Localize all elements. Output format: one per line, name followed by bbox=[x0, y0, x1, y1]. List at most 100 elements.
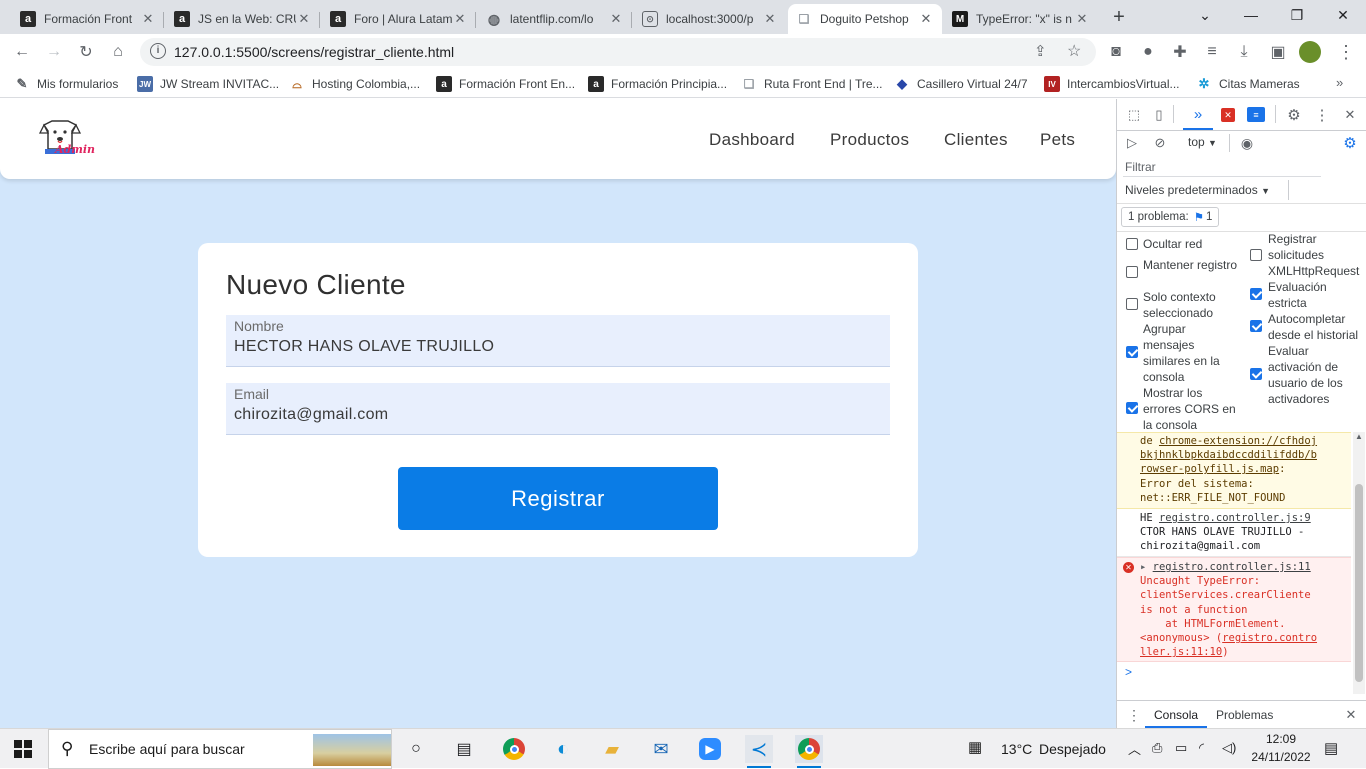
close-icon[interactable]: ✕ bbox=[452, 11, 468, 27]
devtools-menu-kebab-icon[interactable]: ⋮ bbox=[1313, 106, 1331, 124]
close-devtools-icon[interactable]: ✕ bbox=[1341, 106, 1359, 124]
nav-link-clientes[interactable]: Clientes bbox=[944, 130, 1008, 150]
name-input[interactable]: HECTOR HANS OLAVE TRUJILLO bbox=[234, 338, 494, 356]
checkbox-autocomplete-history[interactable] bbox=[1250, 320, 1262, 332]
close-icon[interactable]: ✕ bbox=[1074, 11, 1090, 27]
widgets-icon[interactable]: ▤ bbox=[450, 735, 478, 763]
minimize-button[interactable]: — bbox=[1228, 0, 1274, 30]
weather-icon[interactable]: ▦ bbox=[968, 738, 982, 756]
checkbox-hide-network[interactable] bbox=[1126, 238, 1138, 250]
taskbar-search-box[interactable]: ⚲ Escribe aquí para buscar bbox=[48, 729, 392, 769]
filter-input[interactable]: Filtrar bbox=[1123, 157, 1321, 177]
more-bookmarks-chevron-icon[interactable]: » bbox=[1336, 75, 1343, 90]
mail-icon[interactable]: ✉ bbox=[647, 735, 675, 763]
error-source-link[interactable]: registro.controller.js:11 bbox=[1153, 561, 1311, 573]
device-icon[interactable]: ⎙ bbox=[1152, 740, 1162, 756]
restore-button[interactable]: ❐ bbox=[1274, 0, 1320, 30]
device-toolbar-icon[interactable]: ▯ bbox=[1150, 106, 1168, 124]
nav-link-dashboard[interactable]: Dashboard bbox=[709, 130, 795, 150]
menu-kebab-icon[interactable]: ⋮ bbox=[1334, 40, 1358, 64]
source-map-link[interactable]: bkjhnklbpkdaibdccddilifddb/b bbox=[1140, 449, 1317, 461]
tab-search-chevron-icon[interactable]: ⌄ bbox=[1182, 0, 1228, 30]
log-levels-dropdown[interactable]: Niveles predeterminados ▼ bbox=[1125, 183, 1270, 197]
forward-arrow-icon[interactable]: → bbox=[42, 40, 66, 64]
tab-doguito-petshop[interactable]: ❏ Doguito Petshop ✕ bbox=[788, 4, 942, 34]
console-scrollbar[interactable]: ▲ bbox=[1353, 432, 1365, 694]
checkbox-preserve-log[interactable] bbox=[1126, 266, 1138, 278]
message-count-icon[interactable]: ≡ bbox=[1247, 107, 1265, 122]
profile-avatar[interactable] bbox=[1298, 40, 1322, 64]
checkbox-cors-errors[interactable] bbox=[1126, 402, 1138, 414]
puzzle-icon[interactable]: ✚ bbox=[1168, 40, 1192, 64]
checkbox-group-similar[interactable] bbox=[1126, 346, 1138, 358]
inspect-element-icon[interactable]: ⬚ bbox=[1125, 106, 1143, 124]
close-icon[interactable]: ✕ bbox=[140, 11, 156, 27]
close-icon[interactable]: ✕ bbox=[762, 11, 778, 27]
bookmark-mis-formularios[interactable]: ✎ Mis formularios bbox=[14, 75, 119, 93]
weather-text[interactable]: Despejado bbox=[1039, 741, 1106, 757]
chrome-icon[interactable] bbox=[500, 735, 528, 763]
extension-icon[interactable]: ● bbox=[1136, 40, 1160, 64]
battery-icon[interactable]: ▭ bbox=[1175, 740, 1187, 756]
sidebar-toggle-icon[interactable]: ▷ bbox=[1123, 134, 1141, 152]
source-map-link[interactable]: chrome-extension://cfhdoj bbox=[1159, 435, 1317, 447]
home-icon[interactable]: ⌂ bbox=[106, 40, 130, 64]
close-drawer-icon[interactable]: ✕ bbox=[1342, 706, 1360, 724]
drawer-tab-console[interactable]: Consola bbox=[1154, 708, 1198, 722]
file-explorer-icon[interactable]: ▰ bbox=[598, 735, 626, 763]
nav-link-productos[interactable]: Productos bbox=[830, 130, 909, 150]
bookmark-citas-mameras[interactable]: ✲ Citas Mameras bbox=[1196, 75, 1300, 93]
checkbox-user-activation[interactable] bbox=[1250, 368, 1262, 380]
error-stack-link[interactable]: ller.js:11:10 bbox=[1140, 646, 1222, 658]
error-stack-link[interactable]: registro.contro bbox=[1222, 632, 1317, 644]
zoom-icon[interactable]: ▶ bbox=[696, 735, 724, 763]
tab-typeerror[interactable]: M TypeError: "x" is n ✕ bbox=[944, 4, 1098, 34]
bookmark-formacion-front[interactable]: a Formación Front En... bbox=[436, 75, 575, 93]
expand-triangle-icon[interactable]: ▸ bbox=[1140, 561, 1146, 573]
close-icon[interactable]: ✕ bbox=[608, 11, 624, 27]
download-icon[interactable]: ⤓ bbox=[1232, 40, 1256, 64]
clock-time[interactable]: 12:09 bbox=[1252, 732, 1310, 746]
email-field[interactable]: Email chirozita@gmail.com bbox=[226, 383, 890, 435]
url-text[interactable]: 127.0.0.1:5500/screens/registrar_cliente… bbox=[174, 44, 454, 60]
volume-icon[interactable]: ◁) bbox=[1222, 740, 1236, 756]
side-panel-icon[interactable]: ▣ bbox=[1266, 40, 1290, 64]
tab-js-en-la-web[interactable]: a JS en la Web: CRU ✕ bbox=[166, 4, 320, 34]
clear-console-icon[interactable]: ⊘ bbox=[1151, 134, 1169, 152]
nav-link-pets[interactable]: Pets bbox=[1040, 130, 1075, 150]
drawer-menu-kebab-icon[interactable]: ⋮ bbox=[1125, 706, 1143, 724]
tab-formacion-front[interactable]: a Formación Front ✕ bbox=[12, 4, 164, 34]
wifi-icon[interactable]: ◜ bbox=[1199, 740, 1204, 756]
close-icon[interactable]: ✕ bbox=[296, 11, 312, 27]
name-field[interactable]: Nombre HECTOR HANS OLAVE TRUJILLO bbox=[226, 315, 890, 367]
new-tab-button[interactable]: + bbox=[1108, 6, 1130, 28]
bookmark-formacion-principiante[interactable]: a Formación Principia... bbox=[588, 75, 727, 93]
bookmark-ruta-front-end[interactable]: ❏ Ruta Front End | Tre... bbox=[741, 75, 883, 93]
info-icon[interactable]: i bbox=[150, 43, 166, 59]
reload-icon[interactable]: ↻ bbox=[74, 40, 98, 64]
console-settings-gear-icon[interactable]: ⚙ bbox=[1341, 134, 1359, 152]
console-prompt[interactable]: > bbox=[1125, 665, 1132, 679]
checkbox-eager-eval[interactable] bbox=[1250, 288, 1262, 300]
issues-button[interactable]: 1 problema: ⚑ 1 bbox=[1121, 207, 1220, 227]
context-selector[interactable]: top ▼ bbox=[1188, 135, 1217, 149]
notifications-icon[interactable]: ▤ bbox=[1324, 739, 1338, 757]
show-hidden-icons-chevron-icon[interactable]: ︿ bbox=[1128, 739, 1141, 758]
error-count-icon[interactable]: ✕ bbox=[1221, 108, 1235, 122]
windows-start-icon[interactable] bbox=[14, 740, 32, 758]
drawer-tab-problemas[interactable]: Problemas bbox=[1216, 708, 1273, 722]
settings-gear-icon[interactable]: ⚙ bbox=[1285, 106, 1303, 124]
checkbox-log-xhr[interactable] bbox=[1250, 249, 1262, 261]
bookmark-star-icon[interactable]: ☆ bbox=[1067, 41, 1081, 61]
clock-date[interactable]: 24/11/2022 bbox=[1246, 750, 1316, 764]
log-source-link[interactable]: registro.controller.js:9 bbox=[1159, 512, 1311, 524]
tab-latentflip[interactable]: ◍ latentflip.com/lo ✕ bbox=[478, 4, 632, 34]
close-icon[interactable]: ✕ bbox=[918, 11, 934, 27]
media-queue-icon[interactable]: ≡ bbox=[1200, 40, 1224, 64]
tab-localhost[interactable]: ⊙ localhost:3000/p ✕ bbox=[634, 4, 786, 34]
task-view-icon[interactable]: ○ bbox=[402, 735, 430, 763]
checkbox-selected-context[interactable] bbox=[1126, 298, 1138, 310]
vscode-icon[interactable]: ≺ bbox=[745, 735, 773, 763]
bookmark-hosting-colombia[interactable]: ⌓ Hosting Colombia,... bbox=[289, 75, 420, 93]
email-input[interactable]: chirozita@gmail.com bbox=[234, 406, 388, 424]
